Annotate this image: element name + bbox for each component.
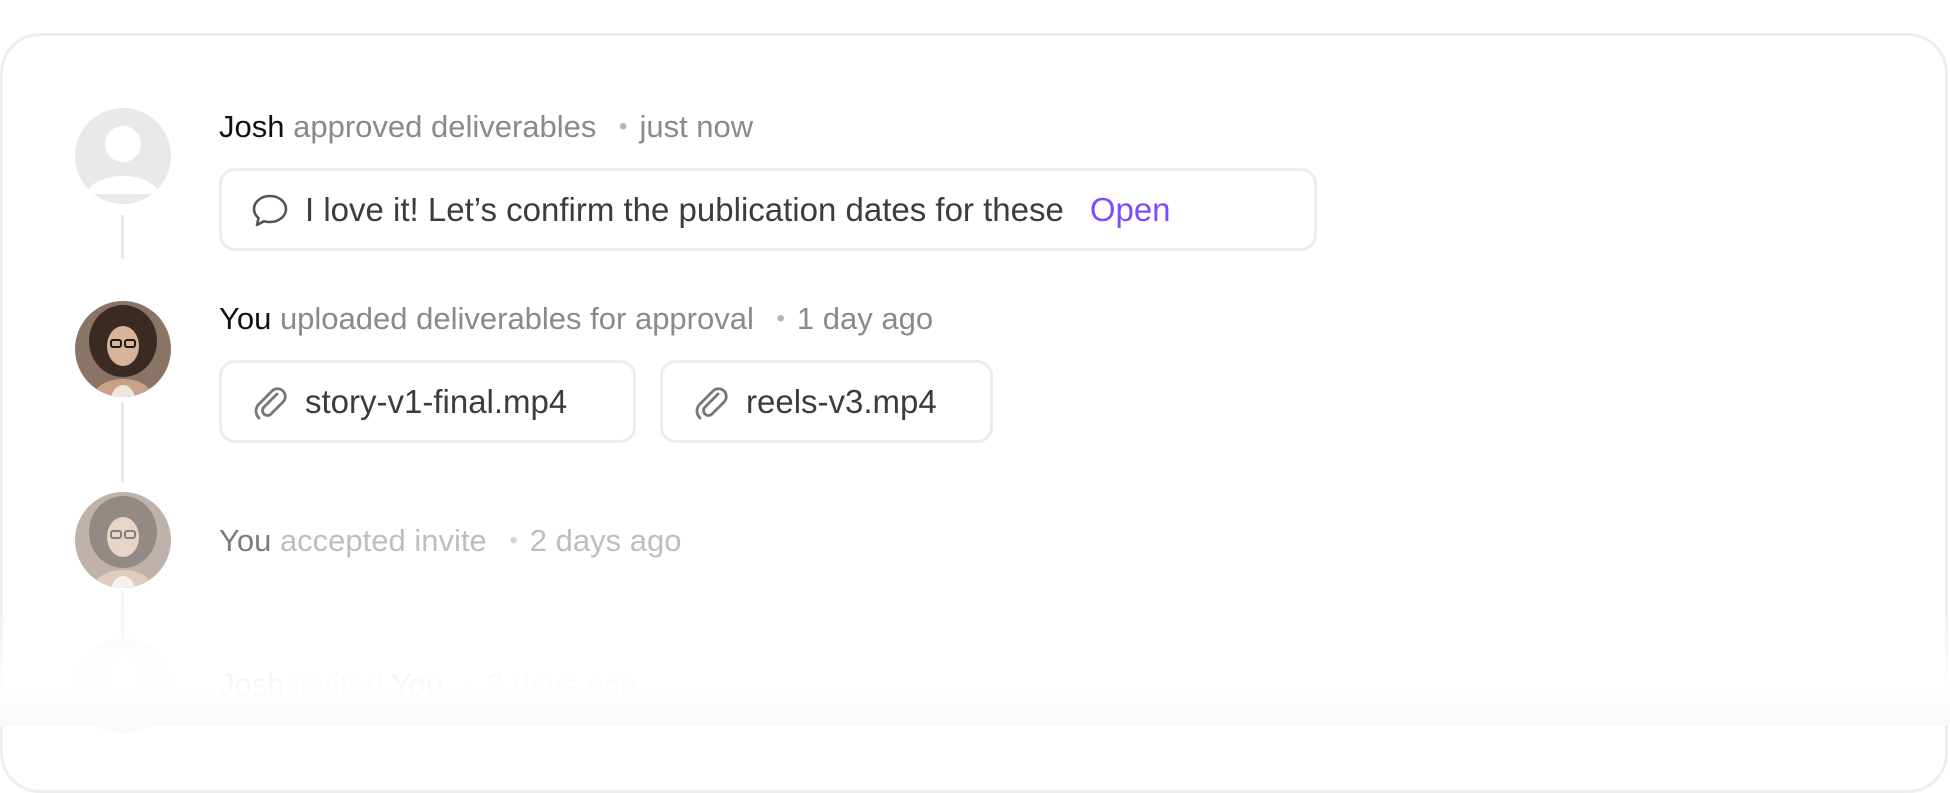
timestamp: 3 days ago <box>486 667 638 702</box>
avatar-placeholder[interactable] <box>75 108 171 204</box>
timestamp: just now <box>639 109 754 144</box>
comment-text: I love it! Let’s confirm the publication… <box>305 190 1064 228</box>
comment-preview[interactable]: I love it! Let’s confirm the publication… <box>219 168 1317 251</box>
action-text: invited <box>293 667 383 702</box>
actor-name[interactable]: You <box>219 523 271 558</box>
action-text: approved deliverables <box>293 109 597 144</box>
open-comment-link[interactable]: Open <box>1090 191 1171 229</box>
timeline-rail <box>121 402 124 482</box>
attachment-filename: reels-v3.mp4 <box>746 382 937 420</box>
action-text: accepted invite <box>279 523 487 558</box>
timeline-rail <box>121 215 124 259</box>
paperclip-icon <box>254 386 287 419</box>
speech-bubble-icon <box>252 194 288 226</box>
action-text: uploaded deliverables for approval <box>279 301 754 336</box>
activity-item-header: You accepted invite • 2 days ago <box>219 521 681 561</box>
actor-name[interactable]: Josh <box>219 667 284 702</box>
timestamp: 2 days ago <box>529 523 682 558</box>
activity-item-header: Josh invited You • 3 days ago <box>219 665 638 705</box>
timestamp: 1 day ago <box>796 301 934 336</box>
avatar-placeholder[interactable] <box>75 638 171 734</box>
attachment-chip[interactable]: story-v1-final.mp4 <box>219 360 636 443</box>
separator-dot: • <box>509 527 518 554</box>
separator-dot: • <box>465 671 475 698</box>
avatar-user[interactable] <box>75 301 171 397</box>
separator-dot: • <box>619 113 628 140</box>
separator-dot: • <box>776 305 785 332</box>
actor-name[interactable]: You <box>219 301 271 336</box>
paperclip-icon <box>695 386 728 419</box>
user-placeholder-icon <box>75 638 171 734</box>
avatar-user[interactable] <box>75 492 171 588</box>
user-photo-avatar <box>75 301 171 397</box>
attachment-chip[interactable]: reels-v3.mp4 <box>660 360 993 443</box>
activity-item-header: You uploaded deliverables for approval •… <box>219 299 933 339</box>
user-placeholder-icon <box>75 108 171 204</box>
attachment-filename: story-v1-final.mp4 <box>305 382 568 420</box>
activity-item-header: Josh approved deliverables • just now <box>219 107 753 147</box>
target-name[interactable]: You <box>391 667 443 702</box>
user-photo-avatar <box>75 492 171 588</box>
actor-name[interactable]: Josh <box>219 109 284 144</box>
timeline-rail <box>121 590 124 638</box>
